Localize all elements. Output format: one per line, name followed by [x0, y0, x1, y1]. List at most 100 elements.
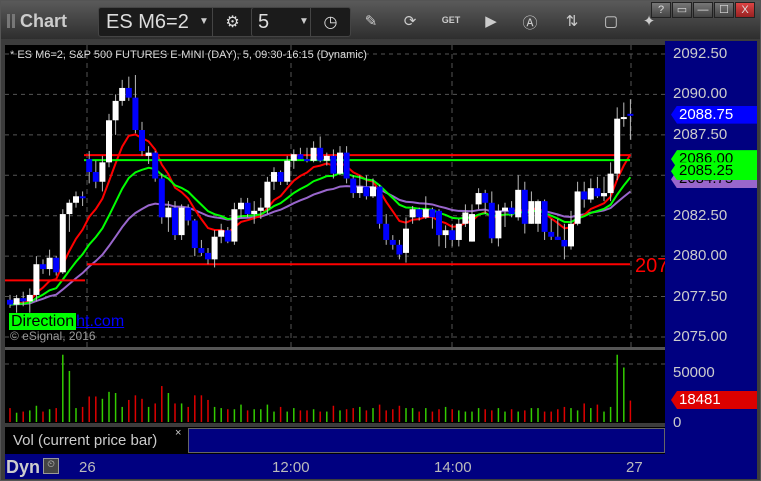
volume-chart[interactable] — [5, 350, 665, 423]
candle-body — [205, 252, 211, 260]
candle-body — [515, 189, 522, 218]
candle-body — [508, 207, 515, 215]
price-chart-svg — [5, 45, 665, 347]
price-axis[interactable]: 2092.50 2090.00 2087.50 2082.50 2080.00 2077.… — [665, 41, 757, 479]
time-label: 26 — [79, 459, 96, 476]
title-bar: Chart ES M6=2 ▼ ⚙ 5 ▼ ◷ ✎ ⟳ GET ▶ Ⓐ ⇅ ▢ … — [1, 1, 760, 39]
price-tick-label: 2080.00 — [673, 247, 728, 265]
candle-body — [297, 154, 304, 160]
logo-link[interactable]: ht.com — [76, 313, 124, 330]
candle-body — [211, 236, 218, 260]
candle-body — [251, 210, 258, 215]
pin-button[interactable]: ▭ — [672, 2, 692, 18]
candle-body — [244, 202, 251, 215]
maximize-button[interactable]: ☐ — [714, 2, 734, 18]
alert-icon[interactable]: Ⓐ — [520, 12, 540, 33]
candle-body — [403, 228, 409, 253]
clock-icon[interactable]: ◷ — [310, 8, 350, 36]
candle-body — [317, 147, 324, 161]
get-icon[interactable]: GET — [441, 15, 461, 25]
play-icon[interactable]: ▶ — [481, 12, 501, 30]
candle-body — [356, 186, 363, 194]
candle-body — [59, 214, 66, 273]
candle-body — [310, 147, 317, 161]
dyn-label: Dyn — [6, 457, 41, 477]
candle-body — [587, 188, 594, 200]
candle-body — [125, 87, 132, 98]
candle-body — [86, 159, 93, 173]
refresh-icon[interactable]: ⟳ — [400, 12, 420, 30]
candle-body — [53, 257, 60, 273]
candle-body — [475, 193, 482, 205]
candle-body — [389, 239, 396, 245]
candle-body — [548, 231, 555, 237]
price-tick-label: 2075.00 — [673, 327, 728, 345]
price-tag: 2088.75 — [671, 105, 757, 124]
candle-body — [416, 209, 423, 218]
candle-body — [343, 152, 350, 179]
candle-body — [422, 209, 429, 218]
candle-body — [231, 209, 238, 242]
time-label: 14:00 — [434, 459, 472, 476]
candle-body — [568, 223, 574, 247]
window-title: Chart — [20, 11, 68, 31]
candle-body — [304, 159, 310, 162]
candle-body — [191, 220, 198, 249]
candle-body — [152, 152, 159, 179]
candle-body — [495, 210, 502, 239]
candle-body — [7, 299, 13, 305]
lock-clock-icon[interactable]: ⏲ — [43, 458, 59, 474]
candle-body — [535, 201, 541, 224]
interval-selector[interactable]: 5 ▼ ◷ — [251, 7, 351, 37]
help-button[interactable]: ? — [651, 2, 671, 18]
candle-body — [627, 113, 634, 116]
candle-body — [502, 207, 508, 211]
candle-body — [521, 189, 528, 224]
candle-body — [284, 160, 291, 182]
candle-body — [178, 207, 185, 236]
time-label: 12:00 — [272, 459, 310, 476]
candle-body — [409, 209, 416, 218]
gear-icon[interactable]: ⚙ — [212, 8, 252, 36]
candle-body — [264, 181, 271, 208]
price-tag: 2085.25 — [671, 162, 757, 181]
candle-body — [277, 172, 284, 182]
candle-body — [290, 154, 297, 161]
minimize-button[interactable]: — — [693, 2, 713, 18]
candle-body — [455, 223, 462, 240]
chart-legend: * ES M6=2, S&P 500 FUTURES E-MINI (DAY),… — [10, 49, 367, 61]
link-icon[interactable]: ⇅ — [562, 12, 582, 30]
chart-window: Chart ES M6=2 ▼ ⚙ 5 ▼ ◷ ✎ ⟳ GET ▶ Ⓐ ⇅ ▢ … — [0, 0, 761, 481]
candle-body — [26, 294, 33, 302]
candle-body — [396, 244, 403, 255]
candle-body — [185, 207, 192, 221]
drag-grip-icon[interactable] — [7, 14, 15, 28]
close-study-icon[interactable]: × — [175, 427, 181, 439]
candle-body — [33, 264, 40, 295]
candle-body — [469, 214, 475, 242]
candle-body — [158, 178, 165, 218]
candle-body — [165, 207, 172, 218]
candle-body — [323, 155, 330, 161]
chevron-down-icon[interactable]: ▼ — [299, 16, 309, 27]
comment-icon[interactable]: ▢ — [601, 12, 621, 30]
interval-value: 5 — [258, 11, 270, 33]
candle-body — [442, 230, 449, 236]
candle-body — [257, 207, 264, 211]
close-button[interactable]: X — [735, 2, 755, 18]
price-chart[interactable]: * ES M6=2, S&P 500 FUTURES E-MINI (DAY),… — [5, 45, 665, 347]
pencil-icon[interactable]: ✎ — [361, 12, 381, 30]
volume-tag: 18481 — [671, 391, 757, 409]
price-tick-label: 2092.50 — [673, 45, 728, 62]
time-axis[interactable]: Dyn ⏲ 26 12:00 14:00 27 — [5, 454, 665, 479]
candle-body — [449, 230, 456, 240]
candle-body — [482, 193, 489, 203]
candle-body — [218, 230, 225, 237]
candle-body — [363, 186, 370, 197]
chevron-down-icon[interactable]: ▼ — [199, 16, 209, 27]
candle-body — [106, 120, 112, 163]
time-label: 27 — [626, 459, 643, 476]
candle-body — [20, 298, 27, 302]
candle-body — [601, 193, 607, 197]
volume-tick-label: 50000 — [673, 364, 715, 381]
